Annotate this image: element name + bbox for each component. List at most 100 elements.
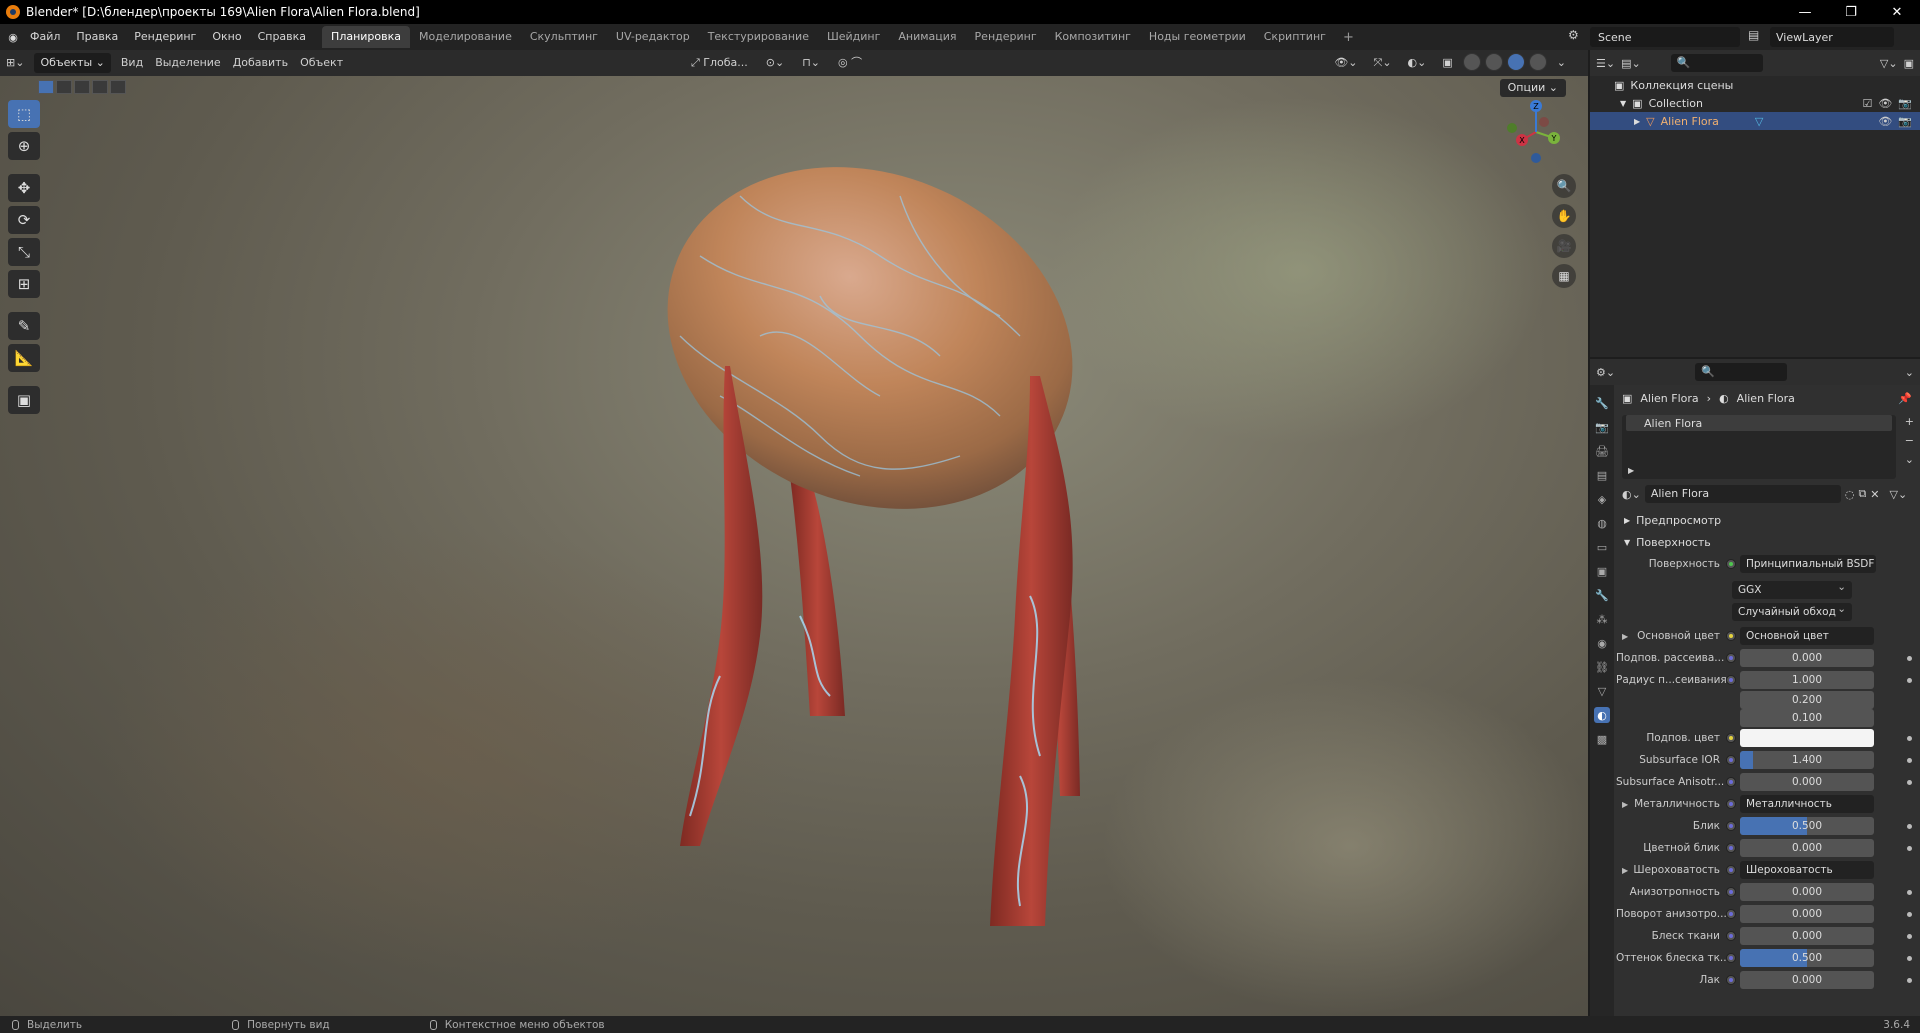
prop-number-field[interactable]: 0.100	[1740, 709, 1874, 727]
distribution-dropdown[interactable]: GGX	[1732, 578, 1852, 599]
prop-number-field[interactable]: 0.000	[1740, 839, 1874, 857]
annotate-tool-icon[interactable]: ✎	[8, 312, 40, 340]
prop-link-field[interactable]: Металличность	[1740, 795, 1874, 813]
select-box-tool-icon[interactable]: ⬚	[8, 100, 40, 128]
minimize-button[interactable]: —	[1782, 0, 1828, 24]
socket-icon[interactable]	[1726, 953, 1736, 963]
expand-arrow-icon[interactable]: ▶	[1622, 866, 1628, 875]
prop-number-field[interactable]: 0.000	[1740, 883, 1874, 901]
socket-icon[interactable]	[1726, 821, 1736, 831]
properties-search-input[interactable]: 🔍	[1695, 363, 1788, 381]
properties-editor-type-icon[interactable]: ⚙⌄	[1596, 366, 1615, 379]
panel-preview-header[interactable]: ▶ Предпросмотр	[1616, 509, 1920, 531]
rendered-shading-button[interactable]	[1528, 53, 1547, 71]
pin-icon[interactable]: 📌	[1898, 392, 1912, 405]
alien-flora-model[interactable]	[0, 76, 1588, 1016]
editor-type-icon[interactable]: ⊞⌄	[0, 53, 30, 73]
menu-object[interactable]: Объект	[294, 53, 349, 73]
render-tab-icon[interactable]: 📷	[1594, 419, 1610, 435]
add-slot-button[interactable]: +	[1905, 415, 1914, 428]
scene-icon[interactable]: ⚙	[1568, 28, 1584, 44]
visibility-icon[interactable]: 👁⌄	[1328, 53, 1363, 73]
expand-arrow-icon[interactable]: ▶	[1628, 466, 1634, 475]
material-tab-icon[interactable]: ◐	[1594, 707, 1610, 723]
prop-number-field[interactable]: 1.000	[1740, 671, 1874, 689]
slot-menu-icon[interactable]: ⌄	[1905, 453, 1914, 466]
overlay-toggle-icon[interactable]: ◐⌄	[1402, 53, 1433, 73]
subsurface-method-dropdown[interactable]: Случайный обход	[1732, 600, 1852, 621]
rotate-tool-icon[interactable]: ⟳	[8, 206, 40, 234]
menu-render[interactable]: Рендеринг	[126, 24, 204, 50]
material-name-field[interactable]: Alien Flora	[1644, 485, 1841, 503]
transform-tool-icon[interactable]: ⊞	[8, 270, 40, 298]
menu-select[interactable]: Выделение	[149, 53, 227, 73]
scale-tool-icon[interactable]: ⤡	[8, 238, 40, 266]
collection-tab-icon[interactable]: ▭	[1594, 539, 1610, 555]
display-mode-icon[interactable]: ▤⌄	[1621, 57, 1641, 70]
texture-tab-icon[interactable]: ▩	[1594, 731, 1610, 747]
keyframe-dot-icon[interactable]	[1907, 977, 1912, 983]
menu-view[interactable]: Вид	[115, 53, 149, 73]
3d-viewport[interactable]: Опции ⌄ ⬚ ⊕ ✥ ⟳ ⤡ ⊞ ✎ 📐 ▣ Y X Z 🔍 ✋ 🎥 ▦	[0, 76, 1588, 1016]
object-tab-icon[interactable]: ▣	[1594, 563, 1610, 579]
expand-arrow-icon[interactable]: ▶	[1622, 632, 1628, 641]
view-layer-tab-icon[interactable]: ▤	[1594, 467, 1610, 483]
select-invert-icon[interactable]	[92, 80, 108, 94]
view-layer-selector[interactable]: ViewLayer	[1770, 27, 1894, 47]
outliner-row-collection[interactable]: ▼ ▣ Collection ☑ 👁 📷	[1590, 94, 1920, 112]
wireframe-shading-button[interactable]	[1462, 53, 1481, 71]
tool-tab-icon[interactable]: 🔧	[1594, 395, 1610, 411]
expand-arrow-icon[interactable]: ▼	[1620, 99, 1626, 108]
checkbox-icon[interactable]: ☑	[1862, 97, 1872, 110]
proportional-edit-icon[interactable]: ◎ ⌒	[832, 53, 868, 73]
keyframe-dot-icon[interactable]	[1907, 655, 1912, 661]
cursor-tool-icon[interactable]: ⊕	[8, 132, 40, 160]
navigation-gizmo[interactable]: Y X Z	[1500, 92, 1572, 164]
prop-number-field[interactable]: 0.000	[1740, 905, 1874, 923]
scene-selector[interactable]: Scene	[1590, 27, 1740, 47]
select-extend-icon[interactable]	[56, 80, 72, 94]
maximize-button[interactable]: ❐	[1828, 0, 1874, 24]
menu-add[interactable]: Добавить	[227, 53, 294, 73]
select-intersect-icon[interactable]	[110, 80, 126, 94]
outliner-row-scene-collection[interactable]: ▣ Коллекция сцены	[1590, 76, 1920, 94]
duplicate-material-icon[interactable]: ⧉	[1858, 487, 1866, 501]
outliner-search-input[interactable]: 🔍	[1670, 54, 1763, 72]
prop-link-field[interactable]: Основной цвет	[1740, 627, 1874, 645]
socket-icon[interactable]	[1726, 887, 1736, 897]
pan-hand-icon[interactable]: ✋	[1552, 204, 1576, 228]
unlink-material-icon[interactable]: ✕	[1870, 488, 1879, 501]
tab-modeling[interactable]: Моделирование	[410, 26, 521, 48]
ortho-grid-icon[interactable]: ▦	[1552, 264, 1576, 288]
menu-help[interactable]: Справка	[250, 24, 314, 50]
tab-animation[interactable]: Анимация	[889, 26, 965, 48]
tab-sculpting[interactable]: Скульптинг	[521, 26, 607, 48]
material-filter-icon[interactable]: ▽⌄	[1890, 488, 1908, 501]
prop-number-field[interactable]: 0.000	[1740, 773, 1874, 791]
panel-surface-header[interactable]: ▼ Поверхность	[1616, 531, 1920, 553]
socket-icon[interactable]	[1726, 975, 1736, 985]
zoom-icon[interactable]: 🔍	[1552, 174, 1576, 198]
expand-arrow-icon[interactable]: ▶	[1622, 800, 1628, 809]
socket-icon[interactable]	[1726, 733, 1736, 743]
move-tool-icon[interactable]: ✥	[8, 174, 40, 202]
prop-number-field[interactable]: 0.000	[1740, 927, 1874, 945]
socket-icon[interactable]	[1726, 777, 1736, 787]
blender-menu-icon[interactable]: ◉	[0, 31, 22, 44]
close-button[interactable]: ✕	[1874, 0, 1920, 24]
socket-icon[interactable]	[1726, 675, 1736, 685]
material-preview-shading-button[interactable]	[1506, 53, 1525, 71]
tab-rendering[interactable]: Рендеринг	[966, 26, 1046, 48]
add-cube-tool-icon[interactable]: ▣	[8, 386, 40, 414]
socket-icon[interactable]	[1726, 559, 1736, 569]
socket-icon[interactable]	[1726, 631, 1736, 641]
prop-number-field[interactable]: 0.000	[1740, 649, 1874, 667]
prop-number-field[interactable]: 1.400	[1740, 751, 1874, 769]
xray-icon[interactable]: ▣	[1436, 53, 1458, 73]
tab-layout[interactable]: Планировка	[322, 26, 411, 48]
tab-shading[interactable]: Шейдинг	[818, 26, 889, 48]
output-tab-icon[interactable]: 🖨	[1594, 443, 1610, 459]
tab-compositing[interactable]: Композитинг	[1046, 26, 1140, 48]
socket-icon[interactable]	[1726, 931, 1736, 941]
material-browse-icon[interactable]: ◐⌄	[1622, 488, 1641, 501]
